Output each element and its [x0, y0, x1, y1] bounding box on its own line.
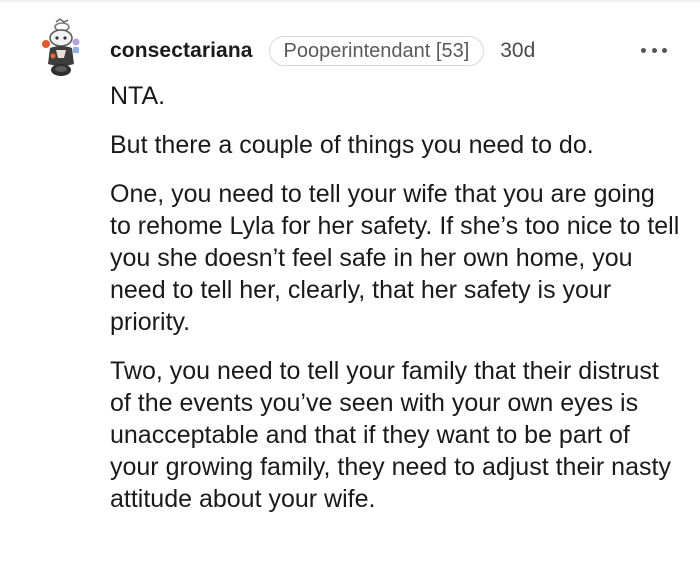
username-link[interactable]: consectariana — [110, 39, 253, 63]
top-divider — [0, 0, 700, 2]
snoo-avatar-icon — [42, 18, 80, 76]
comment-paragraph: NTA. — [110, 82, 166, 110]
more-dot — [641, 47, 646, 53]
comment-header: consectariana Pooperintendant [53] 30d — [110, 34, 535, 68]
more-dot — [662, 47, 667, 53]
more-options-icon[interactable] — [641, 46, 667, 54]
comment-body: NTA. But there a couple of things you ne… — [110, 80, 680, 532]
comment-timestamp[interactable]: 30d — [500, 39, 535, 63]
avatar[interactable] — [38, 18, 84, 80]
user-flair-badge: Pooperintendant [53] — [268, 36, 485, 66]
comment-paragraph: Two, you need to tell your family that t… — [110, 357, 671, 513]
comment-paragraph: One, you need to tell your wife that you… — [110, 180, 680, 336]
comment-paragraph: But there a couple of things you need to… — [110, 131, 594, 159]
more-dot — [651, 47, 657, 53]
